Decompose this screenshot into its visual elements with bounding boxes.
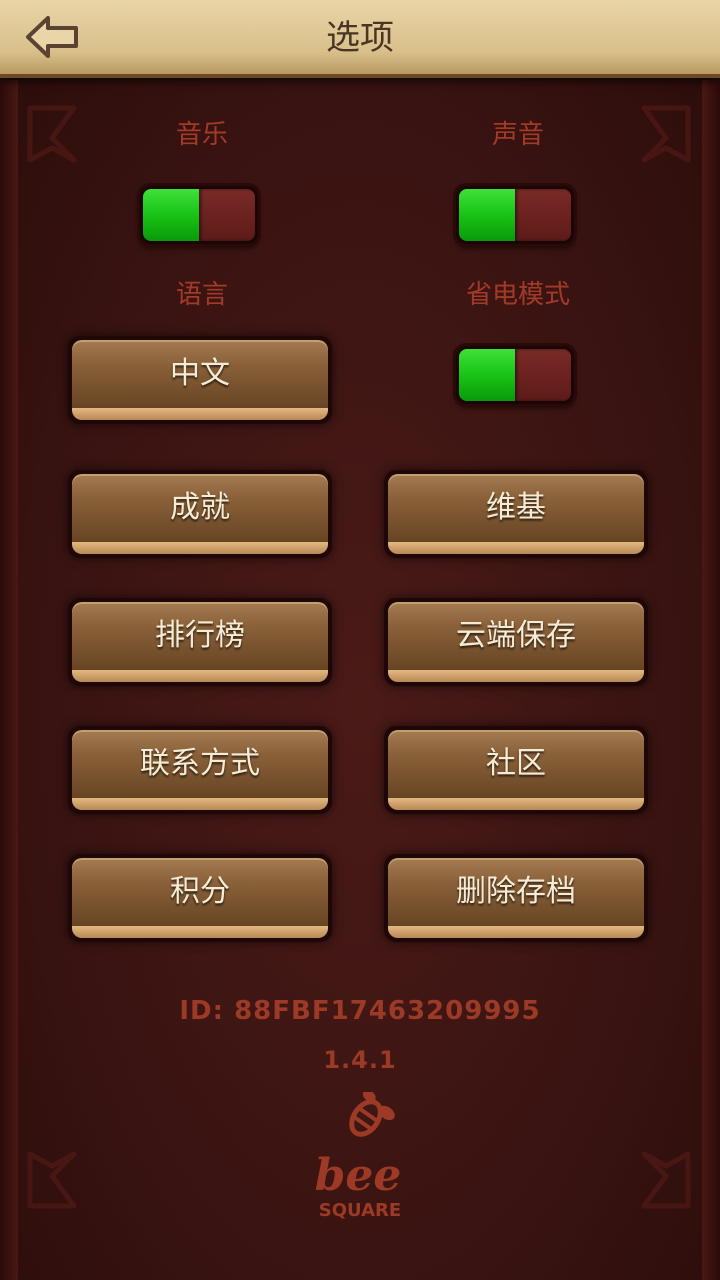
header-bar: 选项 [0,0,720,78]
corner-ornament-icon [641,1151,691,1209]
logo-text-bee: bee [315,1150,402,1201]
toggle-off-segment [515,189,571,241]
achievements-button-label: 成就 [170,490,230,525]
cloud-save-button-label: 云端保存 [456,618,576,653]
music-toggle[interactable] [140,186,258,244]
power-save-toggle[interactable] [456,346,574,404]
language-label: 语言 [175,280,228,310]
corner-ornament-icon [27,1151,77,1209]
bee-square-logo[interactable]: bee SQUARE [300,1092,420,1222]
cloud-save-button[interactable]: 云端保存 [384,598,648,686]
delete-save-button[interactable]: 删除存档 [384,854,648,942]
toggle-on-segment [459,189,515,241]
points-button-label: 积分 [170,874,230,909]
sound-toggle[interactable] [456,186,574,244]
contact-button[interactable]: 联系方式 [68,726,332,814]
player-id: ID: 88FBF17463209995 [179,996,541,1026]
leaderboard-button[interactable]: 排行榜 [68,598,332,686]
panel-edge-right [702,80,720,1280]
delete-save-button-label: 删除存档 [456,874,576,909]
back-arrow-icon[interactable] [22,12,82,62]
toggle-on-segment [143,189,199,241]
version-number: 1.4.1 [323,1046,397,1074]
page-title: 选项 [326,18,394,58]
language-button[interactable]: 中文 [68,336,332,424]
wiki-button-label: 维基 [486,490,546,525]
points-button[interactable]: 积分 [68,854,332,942]
community-button-label: 社区 [486,746,546,781]
leaderboard-button-label: 排行榜 [155,618,245,653]
power-save-label: 省电模式 [465,280,570,310]
logo-text-square: SQUARE [319,1200,401,1221]
achievements-button[interactable]: 成就 [68,470,332,558]
toggle-on-segment [459,349,515,401]
community-button[interactable]: 社区 [384,726,648,814]
music-label: 音乐 [175,120,228,150]
panel-edge-left [0,80,18,1280]
toggle-off-segment [199,189,255,241]
language-button-label: 中文 [170,356,230,391]
sound-label: 声音 [491,120,544,150]
toggle-off-segment [515,349,571,401]
wiki-button[interactable]: 维基 [384,470,648,558]
contact-button-label: 联系方式 [140,746,260,781]
